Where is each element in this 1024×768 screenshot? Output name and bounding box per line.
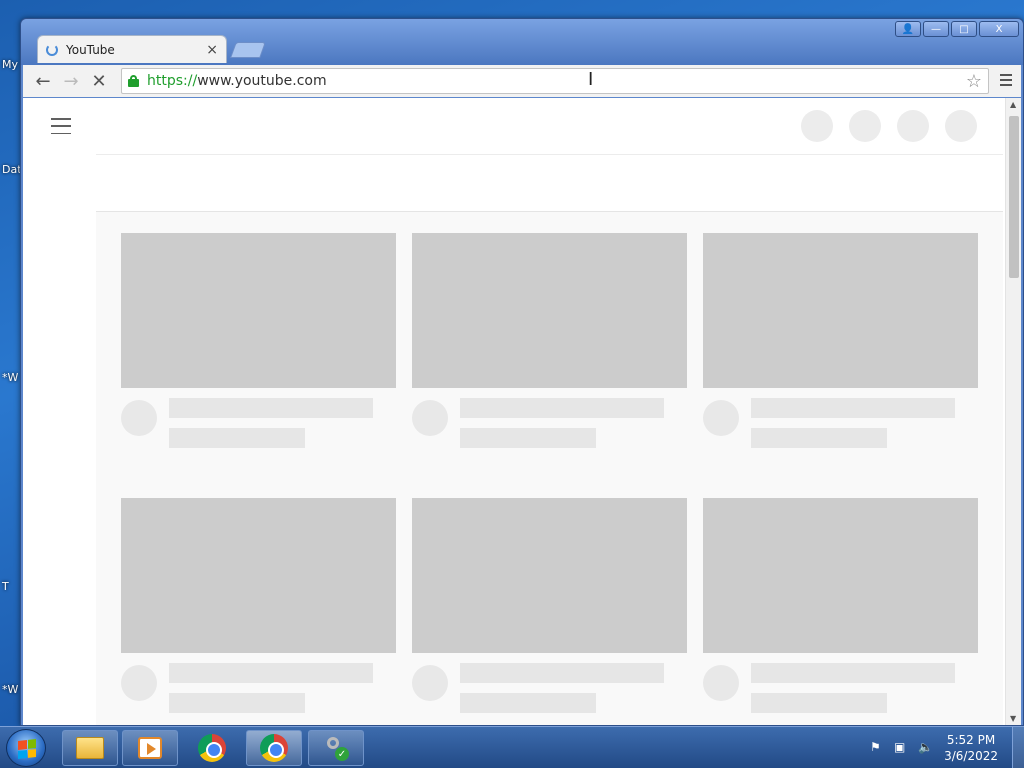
chrome-icon [260, 734, 288, 762]
start-button[interactable] [6, 729, 46, 767]
thumbnail-placeholder [412, 233, 687, 388]
desktop-icon-label-my[interactable]: My [2, 58, 18, 71]
title-bar[interactable]: 👤 — □ X YouTube × [21, 19, 1023, 65]
forward-button[interactable]: → [57, 67, 85, 95]
clock-date: 3/6/2022 [944, 749, 998, 763]
taskbar-keys-app[interactable]: ✓ [308, 730, 364, 766]
thumbnail-placeholder [121, 233, 396, 388]
clock-time: 5:52 PM [946, 733, 996, 747]
subtitle-placeholder [169, 693, 305, 713]
media-player-icon [138, 737, 162, 759]
browser-toolbar: ← → ✕ https://www.youtube.com I ☆ [23, 65, 1021, 97]
avatar-placeholder [412, 665, 448, 701]
window-controls: 👤 — □ X [895, 21, 1019, 37]
header-placeholder-button [801, 110, 833, 142]
loading-spinner-icon [46, 43, 58, 56]
video-card-placeholder [121, 233, 396, 448]
subtitle-placeholder [169, 428, 305, 448]
avatar-placeholder [703, 400, 739, 436]
text-cursor-icon: I [588, 69, 594, 90]
close-window-button[interactable]: X [979, 21, 1019, 37]
system-tray: ⚑ ▣ 🔈 5:52 PM 3/6/2022 [864, 727, 1024, 768]
minimize-button[interactable]: — [923, 21, 949, 37]
subtitle-placeholder [751, 428, 887, 448]
tab-title: YouTube [66, 42, 115, 57]
tab-youtube[interactable]: YouTube × [37, 35, 227, 63]
address-bar[interactable]: https://www.youtube.com I ☆ [121, 68, 989, 94]
title-placeholder [751, 663, 955, 683]
volume-icon[interactable]: 🔈 [918, 740, 934, 754]
page-scrollbar[interactable]: ▲ ▼ [1005, 98, 1021, 725]
video-card-placeholder [412, 233, 687, 448]
video-card-placeholder [412, 498, 687, 713]
header-placeholder-button [945, 110, 977, 142]
windows-logo-icon [18, 739, 36, 759]
masthead-divider [96, 154, 1003, 155]
thumbnail-placeholder [412, 498, 687, 653]
scroll-down-icon[interactable]: ▼ [1010, 714, 1016, 723]
avatar-placeholder [121, 665, 157, 701]
keys-icon: ✓ [323, 735, 349, 761]
user-profile-icon[interactable]: 👤 [895, 21, 921, 37]
subtitle-placeholder [751, 693, 887, 713]
tab-close-icon[interactable]: × [206, 42, 218, 58]
taskbar-media-player[interactable] [122, 730, 178, 766]
page-content: ▲ ▼ [23, 98, 1021, 725]
video-card-placeholder [121, 498, 396, 713]
url-host: www.youtube.com [197, 73, 327, 89]
browser-window: 👤 — □ X YouTube × ← → ✕ https://www.yout… [20, 18, 1024, 726]
action-center-flag-icon[interactable]: ⚑ [870, 740, 886, 754]
video-card-placeholder [703, 233, 978, 448]
thumbnail-placeholder [121, 498, 396, 653]
desktop-icon-label-dat[interactable]: Dat [2, 163, 22, 176]
url-scheme: https:// [147, 73, 198, 89]
avatar-placeholder [121, 400, 157, 436]
taskbar-chrome-1[interactable] [184, 730, 240, 766]
lock-icon[interactable] [128, 75, 139, 87]
network-icon[interactable]: ▣ [894, 740, 910, 754]
back-button[interactable]: ← [29, 67, 57, 95]
url-text[interactable]: https://www.youtube.com [147, 73, 327, 89]
desktop-icon-label-w2[interactable]: *W [2, 683, 18, 696]
title-placeholder [460, 663, 664, 683]
guide-menu-icon[interactable] [51, 118, 71, 134]
title-placeholder [460, 398, 664, 418]
subtitle-placeholder [460, 693, 596, 713]
title-placeholder [169, 398, 373, 418]
header-placeholder-button [897, 110, 929, 142]
desktop-icon-label-t[interactable]: T [2, 580, 9, 593]
taskbar-explorer[interactable] [62, 730, 118, 766]
new-tab-button[interactable] [230, 42, 266, 58]
avatar-placeholder [703, 665, 739, 701]
maximize-button[interactable]: □ [951, 21, 977, 37]
title-placeholder [169, 663, 373, 683]
taskbar: ✓ ⚑ ▣ 🔈 5:52 PM 3/6/2022 [0, 726, 1024, 768]
bookmark-star-icon[interactable]: ☆ [966, 71, 982, 92]
desktop-icon-label-w1[interactable]: *W [2, 371, 18, 384]
taskbar-chrome-2[interactable] [246, 730, 302, 766]
header-placeholder-button [849, 110, 881, 142]
video-grid-skeleton [96, 212, 1003, 725]
system-clock[interactable]: 5:52 PM 3/6/2022 [944, 732, 998, 764]
scrollbar-thumb[interactable] [1009, 116, 1019, 278]
title-placeholder [751, 398, 955, 418]
show-desktop-button[interactable] [1012, 727, 1024, 768]
thumbnail-placeholder [703, 233, 978, 388]
thumbnail-placeholder [703, 498, 978, 653]
folder-icon [76, 737, 104, 759]
video-card-placeholder [703, 498, 978, 713]
chrome-icon [198, 734, 226, 762]
avatar-placeholder [412, 400, 448, 436]
scroll-up-icon[interactable]: ▲ [1010, 100, 1016, 109]
stop-loading-button[interactable]: ✕ [85, 67, 113, 95]
chrome-menu-button[interactable] [995, 69, 1017, 91]
subtitle-placeholder [460, 428, 596, 448]
